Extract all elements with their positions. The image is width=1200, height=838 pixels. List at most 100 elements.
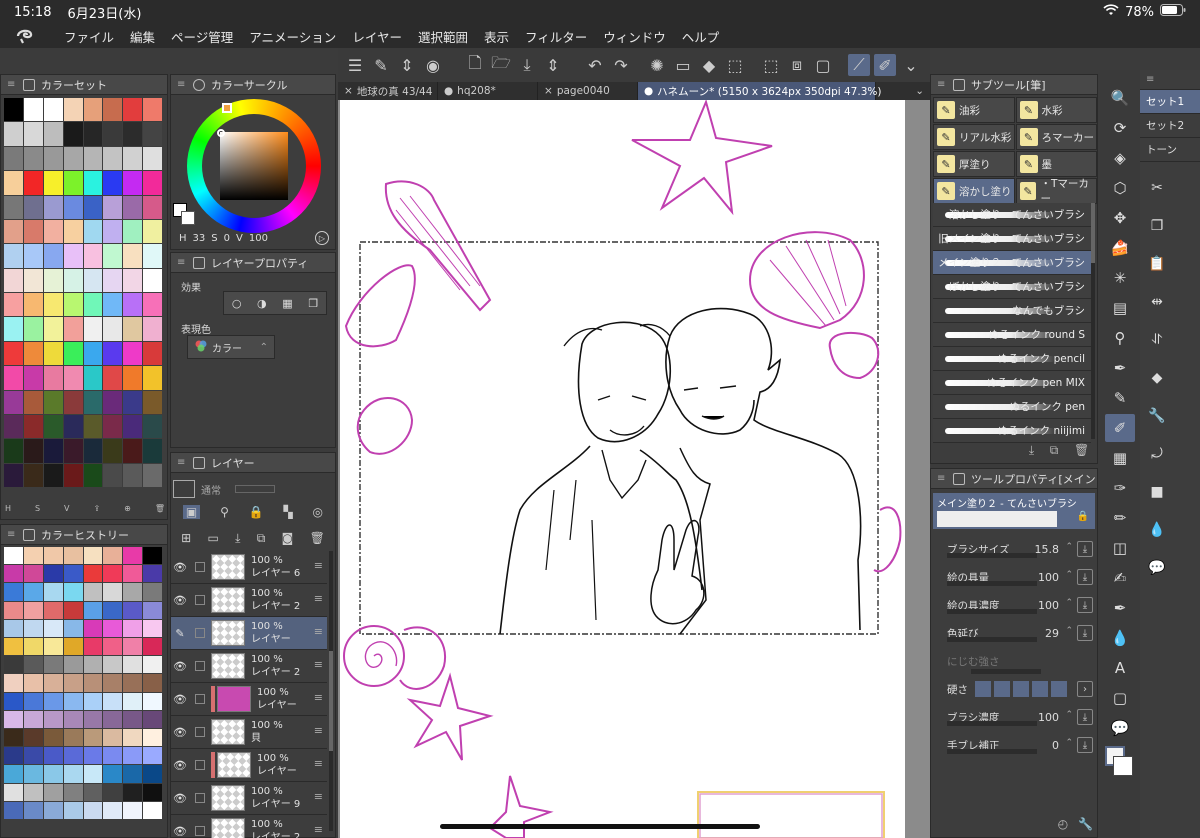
- color-swatch[interactable]: [23, 619, 43, 637]
- color-swatch[interactable]: [143, 195, 162, 219]
- color-swatch[interactable]: [83, 692, 103, 710]
- grip-icon[interactable]: ≡: [7, 79, 17, 90]
- zoom-icon[interactable]: 🔍: [1105, 84, 1135, 112]
- stepper-icon[interactable]: ⌃: [1065, 542, 1073, 552]
- sv-square[interactable]: [220, 132, 288, 200]
- color-swatch[interactable]: [83, 244, 103, 268]
- effect-border-icon[interactable]: ○: [232, 297, 242, 310]
- hue-ring[interactable]: [187, 99, 321, 233]
- color-swatch[interactable]: [143, 565, 162, 583]
- layer-row[interactable]: 👁 100 % レイヤー ≡: [171, 749, 327, 782]
- liquid-icon[interactable]: 💧: [1105, 624, 1135, 652]
- color-swatch[interactable]: [103, 366, 123, 390]
- brush-item[interactable]: 旧メイン塗り - てんさいブラシ: [933, 227, 1091, 251]
- layer-check[interactable]: [189, 760, 211, 770]
- invert-select-icon[interactable]: ⧈: [786, 54, 808, 76]
- color-swatch[interactable]: [4, 122, 23, 146]
- drawing-canvas[interactable]: [340, 98, 905, 838]
- layer-check[interactable]: [189, 628, 211, 638]
- airbrush-icon[interactable]: ✑: [1105, 474, 1135, 502]
- rotate-icon[interactable]: ⟳: [1105, 114, 1135, 142]
- menu-file[interactable]: ファイル: [56, 27, 122, 46]
- figure-icon[interactable]: ✒: [1105, 594, 1135, 622]
- color-swatch[interactable]: [123, 98, 143, 122]
- set-tab-3[interactable]: トーン: [1140, 138, 1200, 162]
- copy-layer-icon[interactable]: ⧉: [257, 531, 266, 546]
- drops-icon[interactable]: 💧: [1148, 522, 1165, 560]
- stepper-icon[interactable]: ⌃: [1065, 626, 1073, 636]
- layer-check[interactable]: [189, 562, 211, 572]
- color-swatch[interactable]: [83, 219, 103, 244]
- color-swatch[interactable]: [123, 244, 143, 268]
- eye-icon[interactable]: 👁: [171, 792, 189, 805]
- color-swatch[interactable]: [103, 656, 123, 674]
- color-swatch[interactable]: [123, 268, 143, 292]
- color-swatch[interactable]: [63, 244, 83, 268]
- brush-item[interactable]: ぬるインク pencil: [933, 347, 1091, 371]
- color-swatch[interactable]: [43, 414, 63, 439]
- color-swatch[interactable]: [23, 366, 43, 390]
- color-swatch[interactable]: [123, 146, 143, 171]
- color-swatch[interactable]: [4, 463, 23, 487]
- color-swatch[interactable]: [23, 195, 43, 219]
- toolprop-slider[interactable]: [971, 669, 1041, 674]
- color-swatch[interactable]: [23, 219, 43, 244]
- color-swatch[interactable]: [123, 195, 143, 219]
- grip-icon[interactable]: ≡: [1146, 74, 1156, 85]
- drag-handle-icon[interactable]: ≡: [314, 592, 323, 605]
- color-swatch[interactable]: [143, 656, 162, 674]
- color-swatch[interactable]: [23, 317, 43, 341]
- effect-tone-icon[interactable]: ◑: [257, 297, 267, 310]
- color-swatch[interactable]: [83, 341, 103, 366]
- color-swatch[interactable]: [43, 547, 63, 565]
- color-swatch[interactable]: [23, 414, 43, 439]
- color-swatch[interactable]: [103, 747, 123, 765]
- color-swatch[interactable]: [63, 765, 83, 783]
- color-swatch[interactable]: [23, 747, 43, 765]
- color-swatch[interactable]: [103, 601, 123, 619]
- layer-check[interactable]: [189, 826, 211, 836]
- clear-icon[interactable]: ▭: [672, 54, 694, 76]
- color-swatch[interactable]: [143, 710, 162, 728]
- color-swatch[interactable]: [23, 674, 43, 692]
- layer-check[interactable]: [189, 694, 211, 704]
- menu-window[interactable]: ウィンドウ: [595, 27, 674, 46]
- color-swatch[interactable]: [63, 674, 83, 692]
- color-swatch[interactable]: [83, 674, 103, 692]
- color-swatch[interactable]: [143, 783, 162, 801]
- color-swatch[interactable]: [43, 366, 63, 390]
- color-swatch[interactable]: [123, 565, 143, 583]
- layer-check[interactable]: [189, 661, 211, 671]
- color-swatch[interactable]: [4, 601, 23, 619]
- color-swatch[interactable]: [4, 565, 23, 583]
- menu-help[interactable]: ヘルプ: [674, 27, 728, 46]
- brush-scrollbar[interactable]: [1091, 203, 1095, 439]
- color-swatch[interactable]: [63, 710, 83, 728]
- stepper-icon[interactable]: ⌃: [1065, 570, 1073, 580]
- color-swatch[interactable]: [123, 710, 143, 728]
- color-swatch[interactable]: [43, 765, 63, 783]
- color-swatch[interactable]: [103, 414, 123, 439]
- brush-item[interactable]: ぬるインク round S: [933, 323, 1091, 347]
- drag-handle-icon[interactable]: ≡: [314, 658, 323, 671]
- color-swatch[interactable]: [63, 547, 83, 565]
- color-swatch[interactable]: [4, 146, 23, 171]
- color-swatch[interactable]: [63, 565, 83, 583]
- color-swatch[interactable]: [123, 219, 143, 244]
- eye-icon[interactable]: 👁: [171, 594, 189, 607]
- color-swatch[interactable]: [143, 674, 162, 692]
- color-swatch[interactable]: [63, 317, 83, 341]
- color-swatch[interactable]: [4, 747, 23, 765]
- hamburger-icon[interactable]: ☰: [344, 54, 366, 76]
- color-swatch[interactable]: [123, 619, 143, 637]
- new-file-icon[interactable]: 🗋: [464, 53, 486, 76]
- drag-handle-icon[interactable]: ≡: [314, 625, 323, 638]
- lasso-icon[interactable]: ⤾: [1151, 446, 1163, 484]
- stepper-icon[interactable]: ⇕: [542, 54, 564, 76]
- color-swatch[interactable]: [4, 414, 23, 439]
- color-swatch[interactable]: [43, 747, 63, 765]
- color-swatch[interactable]: [23, 146, 43, 171]
- color-swatch[interactable]: [63, 171, 83, 195]
- color-swatch[interactable]: [103, 293, 123, 317]
- color-swatch[interactable]: [123, 729, 143, 747]
